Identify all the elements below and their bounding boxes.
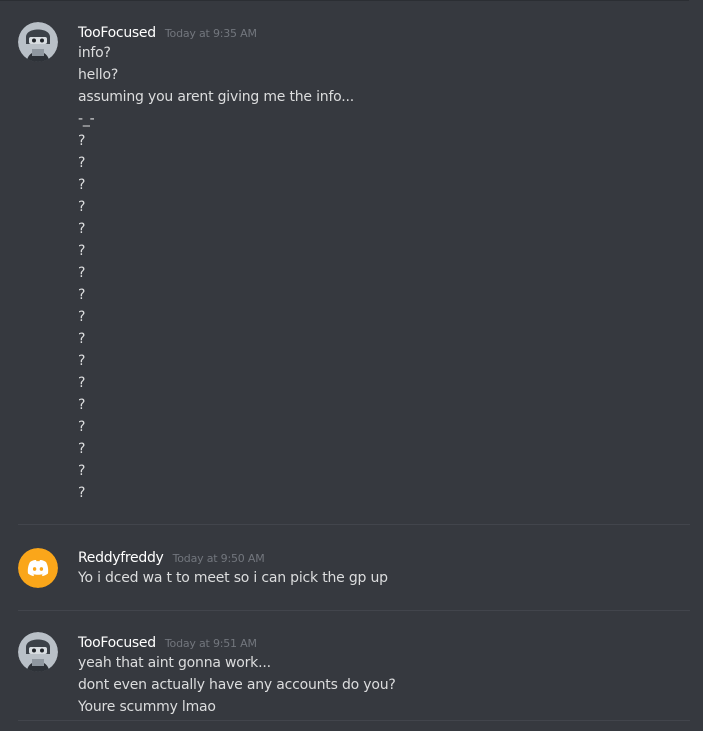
helmet-avatar-icon (18, 22, 58, 62)
message-text: ? (78, 331, 86, 347)
message-list: info? hello? assuming you arent giving m… (78, 42, 354, 504)
message-text: dont even actually have any accounts do … (78, 677, 396, 693)
message-header: Reddyfreddy Today at 9:50 AM (78, 548, 265, 566)
message-header: TooFocused Today at 9:35 AM (78, 23, 257, 41)
message-text: ? (78, 199, 86, 215)
chat-messages-pane: TooFocused Today at 9:35 AM info? hello?… (0, 0, 703, 731)
message-text: ? (78, 177, 86, 193)
message-text: ? (78, 265, 86, 281)
message-group-divider (18, 610, 690, 611)
message-text: ? (78, 397, 86, 413)
username[interactable]: TooFocused (78, 25, 156, 41)
message-text: hello? (78, 67, 119, 83)
message-text: ? (78, 375, 86, 391)
timestamp: Today at 9:50 AM (172, 552, 265, 565)
message-text: Yo i dced wa t to meet so i can pick the… (78, 570, 388, 586)
message-text: -_- (78, 111, 95, 127)
username[interactable]: Reddyfreddy (78, 550, 164, 566)
message-text: ? (78, 419, 86, 435)
message-text: ? (78, 485, 86, 501)
message-text: ? (78, 463, 86, 479)
avatar[interactable] (18, 632, 58, 672)
avatar[interactable] (18, 548, 58, 588)
avatar[interactable] (18, 22, 58, 62)
helmet-avatar-icon (18, 632, 58, 672)
message-text: yeah that aint gonna work... (78, 655, 271, 671)
message-text: ? (78, 441, 86, 457)
message-text: ? (78, 133, 86, 149)
message-text: ? (78, 309, 86, 325)
timestamp: Today at 9:51 AM (164, 637, 257, 650)
message-text: Youre scummy lmao (78, 699, 216, 715)
message-text: ? (78, 221, 86, 237)
message-list: yeah that aint gonna work... dont even a… (78, 652, 396, 718)
message-text: ? (78, 353, 86, 369)
message-text: ? (78, 155, 86, 171)
message-list: Yo i dced wa t to meet so i can pick the… (78, 567, 388, 589)
message-text: ? (78, 243, 86, 259)
message-header: TooFocused Today at 9:51 AM (78, 633, 257, 651)
message-group-divider (18, 720, 690, 721)
timestamp: Today at 9:35 AM (164, 27, 257, 40)
discord-default-avatar-icon (18, 548, 58, 588)
message-text: assuming you arent giving me the info... (78, 89, 355, 105)
username[interactable]: TooFocused (78, 635, 156, 651)
message-text: ? (78, 287, 86, 303)
message-group-divider (18, 524, 690, 525)
top-divider (0, 0, 689, 1)
message-text: info? (78, 45, 111, 61)
